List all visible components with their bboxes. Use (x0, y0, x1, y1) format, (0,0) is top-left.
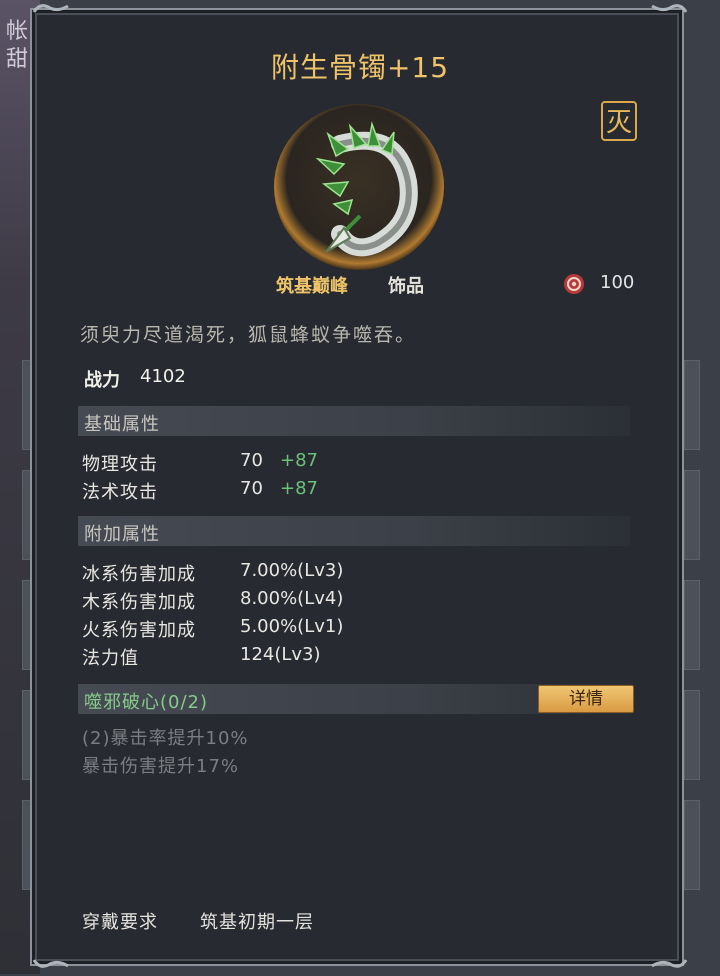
attribute-value: 5.00%(Lv1) (240, 616, 344, 637)
attribute-name: 木系伤害加成 (82, 592, 196, 613)
set-effect-text: (2)暴击率提升10% (82, 728, 249, 749)
attribute-name: 法术攻击 (82, 482, 158, 503)
item-category: 饰品 (388, 276, 424, 297)
section-title: 基础属性 (84, 414, 160, 435)
bone-bracelet-icon (315, 121, 418, 257)
background-slot (684, 800, 700, 890)
requirement-value: 筑基初期一层 (200, 912, 314, 933)
attribute-value: 8.00%(Lv4) (240, 588, 344, 609)
power-label: 战力 (84, 370, 120, 391)
attribute-name: 物理攻击 (82, 454, 158, 475)
item-flavor-text: 须臾力尽道渴死，狐鼠蜂蚁争噬吞。 (80, 324, 417, 346)
attribute-value: 70 (240, 478, 263, 499)
power-value: 4102 (140, 366, 186, 387)
attribute-value: 124(Lv3) (240, 644, 321, 665)
item-rank: 筑基巅峰 (276, 276, 348, 297)
attribute-name: 法力值 (82, 648, 139, 669)
set-bonus-name: 噬邪破心(0/2) (84, 692, 209, 713)
attribute-value: 7.00%(Lv3) (240, 560, 344, 581)
red-spiral-icon (564, 274, 584, 294)
background-slot (684, 360, 700, 450)
attribute-bonus: +87 (280, 478, 318, 499)
item-name: 附生骨镯+15 (270, 51, 450, 84)
corner-ornament-icon (650, 956, 690, 972)
corner-ornament-icon (650, 0, 690, 16)
corner-ornament-icon (30, 956, 70, 972)
requirement-label: 穿戴要求 (82, 912, 158, 933)
background-slot (684, 690, 700, 780)
background-slot (684, 580, 700, 670)
item-image (268, 104, 452, 270)
attribute-name: 火系伤害加成 (82, 620, 196, 641)
attribute-value: 70 (240, 450, 263, 471)
attribute-bonus: +87 (280, 450, 318, 471)
attribute-name: 冰系伤害加成 (82, 564, 196, 585)
set-detail-button[interactable]: 详情 (538, 685, 634, 713)
section-title: 附加属性 (84, 524, 160, 545)
background-slot (684, 470, 700, 560)
seal-stamp-icon: 灭 (601, 101, 637, 141)
extra-attributes-header: 附加属性 (78, 516, 630, 546)
base-attributes-header: 基础属性 (78, 406, 630, 436)
set-effect-text: 暴击伤害提升17% (82, 756, 240, 777)
corner-ornament-icon (30, 0, 70, 16)
item-price: 100 (600, 272, 635, 293)
